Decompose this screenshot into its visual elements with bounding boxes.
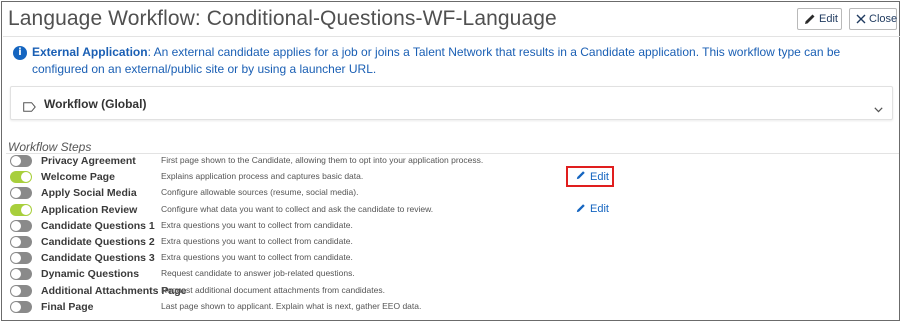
page-title: Language Workflow: Conditional-Questions… [8, 7, 557, 30]
info-body: : An external candidate applies for a jo… [32, 45, 841, 76]
workflow-step-row: Welcome Page Explains application process… [2, 170, 901, 186]
close-button-label: Close [869, 13, 898, 25]
toggle-knob [11, 220, 21, 231]
info-heading: External Application [32, 45, 148, 59]
step-description: Last page shown to applicant. Explain wh… [161, 300, 422, 311]
step-toggle[interactable] [10, 284, 32, 297]
edit-button[interactable]: Edit [797, 8, 842, 30]
toggle-knob [11, 188, 21, 199]
step-edit-label: Edit [590, 203, 609, 216]
workflow-step-row: Apply Social Media Configure allowable so… [2, 186, 901, 202]
edit-button-label: Edit [819, 13, 838, 25]
workflow-step-row: Application Review Configure what data yo… [2, 203, 901, 219]
step-toggle[interactable] [10, 203, 32, 216]
header-divider [3, 36, 900, 37]
step-description: Extra questions you want to collect from… [161, 252, 353, 263]
step-name: Dynamic Questions [41, 268, 140, 281]
workflow-steps-heading: Workflow Steps [8, 140, 92, 154]
accordion-label: Workflow (Global) [44, 97, 147, 111]
info-text: External Application: An external candid… [13, 44, 893, 78]
step-name: Welcome Page [41, 171, 115, 184]
step-toggle[interactable] [10, 252, 32, 265]
step-description: Extra questions you want to collect from… [161, 236, 353, 246]
step-name: Application Review [41, 203, 138, 216]
toggle-knob [21, 204, 31, 215]
toggle-knob [21, 172, 31, 183]
workflow-step-row: Candidate Questions 1 Extra questions you… [2, 219, 901, 235]
toggle-knob [11, 301, 21, 312]
step-name: Apply Social Media [41, 187, 137, 200]
step-edit-link[interactable]: Edit [576, 203, 609, 216]
step-name: Candidate Questions 2 [41, 236, 155, 248]
step-description: Extra questions you want to collect from… [161, 219, 353, 230]
workflow-global-accordion[interactable]: Workflow (Global) [10, 86, 893, 120]
step-toggle[interactable] [10, 155, 32, 167]
toggle-knob [11, 156, 21, 166]
info-icon: i [13, 46, 27, 60]
pencil-icon [576, 203, 586, 216]
step-description: First page shown to the Candidate, allow… [161, 155, 484, 165]
step-toggle[interactable] [10, 171, 32, 184]
step-description: Explains application process and capture… [161, 171, 364, 182]
toggle-knob [11, 237, 21, 247]
step-name: Privacy Agreement [41, 155, 136, 167]
step-toggle[interactable] [10, 219, 32, 232]
tag-icon [23, 99, 36, 117]
workflow-step-row: Final Page Last page shown to applicant. … [2, 300, 901, 316]
step-description: Configure what data you want to collect … [161, 203, 434, 214]
step-name: Candidate Questions 1 [41, 219, 155, 232]
info-banner: i External Application: An external cand… [13, 44, 893, 78]
close-button[interactable]: Close [849, 8, 897, 30]
step-toggle[interactable] [10, 236, 32, 248]
step-description: Request additional document attachments … [161, 284, 385, 295]
toggle-knob [11, 285, 21, 296]
step-description: Configure allowable sources (resume, soc… [161, 187, 359, 198]
workflow-step-row: Candidate Questions 3 Extra questions you… [2, 251, 901, 267]
workflow-step-row: Candidate Questions 2 Extra questions you… [2, 235, 901, 251]
workflow-step-row: Privacy Agreement First page shown to the… [2, 154, 901, 170]
toggle-knob [11, 269, 21, 280]
workflow-panel: Language Workflow: Conditional-Questions… [1, 1, 900, 321]
step-toggle[interactable] [10, 300, 32, 313]
step-toggle[interactable] [10, 268, 32, 281]
workflow-step-row: Additional Attachments Page Request addit… [2, 284, 901, 300]
step-name: Candidate Questions 3 [41, 252, 155, 265]
highlight-box [566, 166, 614, 187]
step-toggle[interactable] [10, 187, 32, 200]
step-name: Final Page [41, 300, 94, 313]
chevron-down-icon[interactable] [874, 100, 883, 118]
pencil-icon [804, 13, 816, 25]
close-icon [856, 14, 866, 24]
step-description: Request candidate to answer job-related … [161, 268, 355, 279]
toggle-knob [11, 253, 21, 264]
workflow-step-row: Dynamic Questions Request candidate to an… [2, 267, 901, 283]
